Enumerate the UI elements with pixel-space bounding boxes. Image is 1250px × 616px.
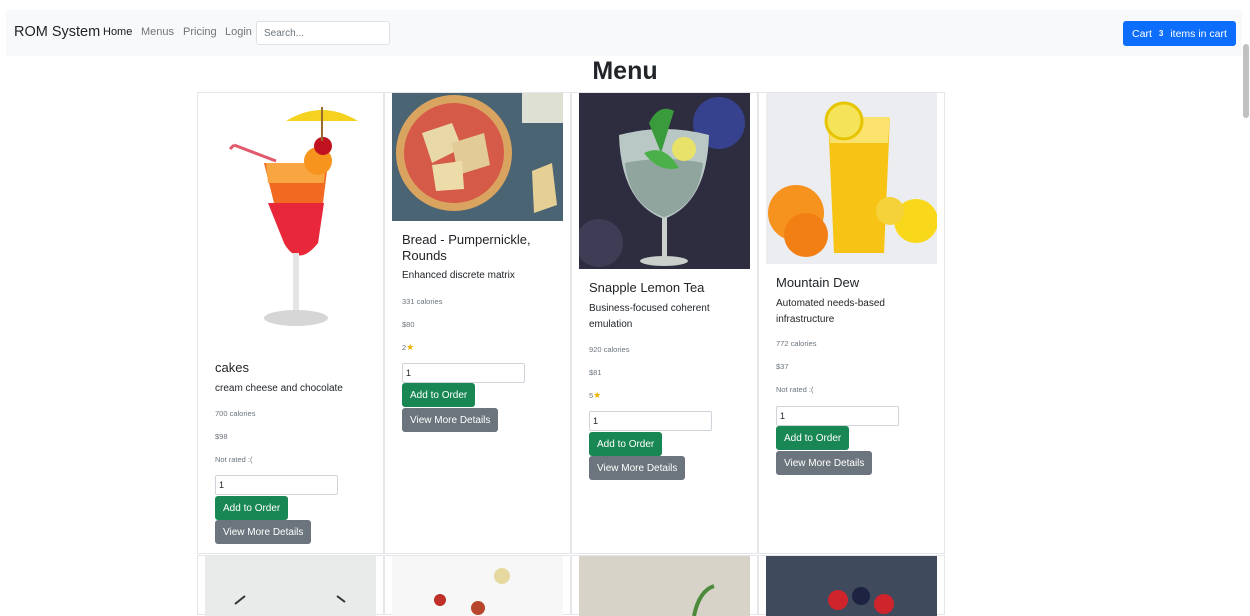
- dish-image: [392, 556, 563, 616]
- card-title: Bread - Pumpernickle, Rounds: [402, 232, 531, 263]
- card-title: Snapple Lemon Tea: [589, 280, 705, 295]
- nav-pricing[interactable]: Pricing: [183, 26, 217, 38]
- card-description: Enhanced discrete matrix: [402, 270, 515, 281]
- nav-login[interactable]: Login: [225, 26, 252, 38]
- add-to-order-button[interactable]: Add to Order: [589, 432, 663, 456]
- menu-card: [758, 555, 945, 616]
- quantity-input[interactable]: [215, 475, 338, 495]
- menu-card: Bread - Pumpernickle, Rounds Enhanced di…: [384, 92, 571, 554]
- brand-link[interactable]: ROM System: [14, 24, 100, 40]
- card-rating: Not rated :(: [215, 455, 253, 464]
- star-icon: ★: [593, 390, 602, 400]
- card-description: Business-focused coherent emulation: [589, 303, 710, 330]
- card-price: $81: [589, 368, 602, 377]
- add-to-order-button[interactable]: Add to Order: [402, 383, 476, 407]
- card-calories: 700 calories: [215, 409, 256, 418]
- view-details-button[interactable]: View More Details: [589, 456, 686, 480]
- card-title: Mountain Dew: [776, 275, 860, 290]
- cocktail-image: [206, 93, 376, 345]
- view-details-button[interactable]: View More Details: [776, 451, 873, 475]
- card-rating: 2★: [402, 342, 414, 353]
- menu-card: Snapple Lemon Tea Business-focused coher…: [571, 92, 758, 554]
- cart-button[interactable]: Cart 3 items in cart: [1123, 21, 1236, 46]
- add-to-order-button[interactable]: Add to Order: [215, 496, 289, 520]
- navbar: ROM System Home Menus Pricing Login Cart…: [6, 10, 1242, 56]
- nav-home[interactable]: Home: [103, 26, 132, 38]
- menu-card: cakes cream cheese and chocolate 700 cal…: [197, 92, 384, 554]
- view-details-button[interactable]: View More Details: [402, 408, 499, 432]
- card-rating: 5★: [589, 390, 601, 401]
- card-description: Automated needs-based infrastructure: [776, 298, 885, 325]
- dish-image: [205, 556, 376, 616]
- card-title: cakes: [215, 360, 249, 375]
- orange-juice-image: [766, 93, 937, 264]
- card-price: $37: [776, 362, 789, 371]
- cart-suffix: items in cart: [1170, 27, 1227, 40]
- menu-card: [384, 555, 571, 616]
- menu-card: [571, 555, 758, 616]
- quantity-input[interactable]: [589, 411, 712, 431]
- menu-card: Mountain Dew Automated needs-based infra…: [758, 92, 945, 554]
- quantity-input[interactable]: [402, 363, 525, 383]
- add-to-order-button[interactable]: Add to Order: [776, 426, 850, 450]
- search-input[interactable]: [256, 21, 390, 45]
- menu-card: [197, 555, 384, 616]
- card-rating: Not rated :(: [776, 385, 814, 394]
- cart-label: Cart: [1132, 27, 1152, 40]
- cart-count-badge: 3: [1158, 29, 1164, 38]
- gin-tonic-image: [579, 93, 750, 269]
- dish-image: [579, 556, 750, 616]
- view-details-button[interactable]: View More Details: [215, 520, 312, 544]
- page-title: Menu: [592, 57, 658, 85]
- flatbread-image: [392, 93, 563, 221]
- card-calories: 920 calories: [589, 345, 630, 354]
- star-icon: ★: [406, 342, 415, 352]
- nav-menus[interactable]: Menus: [141, 26, 174, 38]
- quantity-input[interactable]: [776, 406, 899, 426]
- card-calories: 331 calories: [402, 297, 443, 306]
- card-price: $80: [402, 320, 415, 329]
- card-price: $98: [215, 432, 228, 441]
- card-description: cream cheese and chocolate: [215, 383, 343, 394]
- dish-image: [766, 556, 937, 616]
- card-calories: 772 calories: [776, 339, 817, 348]
